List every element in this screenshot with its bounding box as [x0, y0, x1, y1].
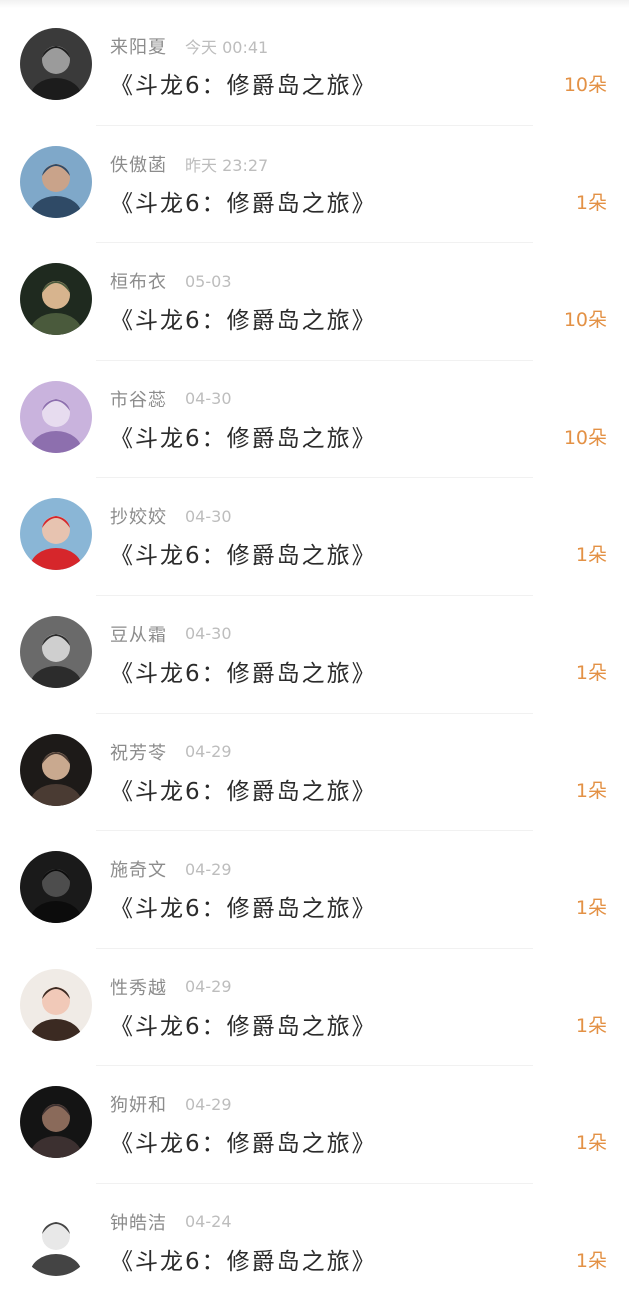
avatar-night-scene-icon — [20, 1086, 92, 1159]
timestamp: 今天 00:41 — [185, 38, 269, 57]
timestamp: 04-29 — [185, 859, 232, 879]
avatar[interactable] — [20, 263, 92, 336]
avatar[interactable] — [20, 380, 92, 453]
avatar[interactable] — [20, 1203, 92, 1276]
avatar-girl-bob-hair-icon — [20, 968, 92, 1041]
flower-count: 1朵 — [575, 1014, 607, 1037]
meta-line: 桓布衣 05-03 — [110, 268, 232, 294]
user-name[interactable]: 桓布衣 — [110, 268, 167, 294]
meta-line: 抄姣姣 04-30 — [110, 503, 232, 529]
avatar-black-silhouette-icon — [20, 851, 92, 924]
meta-line: 性秀越 04-29 — [110, 975, 232, 999]
list-item[interactable]: 祝芳苓 04-29 《斗龙6：修爵岛之旅》 1朵 — [0, 714, 629, 832]
timestamp: 04-29 — [185, 1094, 232, 1114]
user-name[interactable]: 性秀越 — [110, 974, 167, 1000]
user-name[interactable]: 来阳夏 — [110, 33, 167, 59]
meta-line: 施奇文 04-29 — [110, 856, 232, 882]
user-name[interactable]: 抄姣姣 — [110, 503, 167, 529]
timestamp: 04-30 — [185, 624, 232, 644]
work-title[interactable]: 《斗龙6：修爵岛之旅》 — [110, 1124, 377, 1158]
work-title[interactable]: 《斗龙6：修爵岛之旅》 — [110, 301, 377, 335]
avatar[interactable] — [20, 851, 92, 924]
avatar-dark-hat-icon — [20, 28, 92, 100]
list-item[interactable]: 钟皓洁 04-24 《斗龙6：修爵岛之旅》 1朵 — [0, 1184, 629, 1302]
meta-line: 钟皓洁 04-24 — [110, 1210, 232, 1234]
meta-line: 狗妍和 04-29 — [110, 1091, 232, 1117]
list-item[interactable]: 性秀越 04-29 《斗龙6：修爵岛之旅》 1朵 — [0, 949, 629, 1067]
work-title[interactable]: 《斗龙6：修爵岛之旅》 — [110, 1242, 377, 1276]
user-name[interactable]: 施奇文 — [110, 856, 167, 882]
timestamp: 05-03 — [185, 271, 232, 291]
avatar[interactable] — [20, 733, 92, 806]
list-item[interactable]: 狗妍和 04-29 《斗龙6：修爵岛之旅》 1朵 — [0, 1066, 629, 1184]
meta-line: 市谷蕊 04-30 — [110, 387, 232, 411]
work-title[interactable]: 《斗龙6：修爵岛之旅》 — [110, 184, 377, 218]
work-title[interactable]: 《斗龙6：修爵岛之旅》 — [110, 66, 377, 100]
work-title[interactable]: 《斗龙6：修爵岛之旅》 — [110, 419, 377, 453]
user-name[interactable]: 佚傲菡 — [110, 151, 167, 177]
flower-count: 1朵 — [575, 1249, 607, 1272]
meta-line: 来阳夏 今天 00:41 — [110, 34, 268, 58]
avatar[interactable] — [20, 615, 92, 688]
flower-count: 10朵 — [563, 309, 607, 332]
list-item[interactable]: 佚傲菡 昨天 23:27 《斗龙6：修爵岛之旅》 1朵 — [0, 126, 629, 244]
avatar-dark-portrait-icon — [20, 733, 92, 806]
list-item[interactable]: 市谷蕊 04-30 《斗龙6：修爵岛之旅》 10朵 — [0, 361, 629, 479]
flower-count: 1朵 — [575, 779, 607, 802]
flower-count: 1朵 — [575, 661, 607, 684]
timestamp: 04-29 — [185, 977, 232, 997]
timestamp: 04-30 — [185, 506, 232, 526]
meta-line: 祝芳苓 04-29 — [110, 740, 232, 764]
list-item[interactable]: 桓布衣 05-03 《斗龙6：修爵岛之旅》 10朵 — [0, 243, 629, 361]
list-item[interactable]: 豆从霜 04-30 《斗龙6：修爵岛之旅》 1朵 — [0, 596, 629, 714]
flower-count: 1朵 — [575, 191, 607, 214]
avatar[interactable] — [20, 498, 92, 571]
list-item[interactable]: 施奇文 04-29 《斗龙6：修爵岛之旅》 1朵 — [0, 831, 629, 949]
user-name[interactable]: 狗妍和 — [110, 1091, 167, 1117]
avatar-cartoon-snowman-icon — [20, 1203, 92, 1276]
list-item[interactable]: 抄姣姣 04-30 《斗龙6：修爵岛之旅》 1朵 — [0, 478, 629, 596]
user-name[interactable]: 祝芳苓 — [110, 739, 167, 765]
timestamp: 04-24 — [185, 1212, 232, 1232]
timestamp: 昨天 23:27 — [185, 155, 269, 175]
work-title[interactable]: 《斗龙6：修爵岛之旅》 — [110, 654, 377, 688]
work-title[interactable]: 《斗龙6：修爵岛之旅》 — [110, 889, 377, 923]
meta-line: 豆从霜 04-30 — [110, 622, 232, 646]
work-title[interactable]: 《斗龙6：修爵岛之旅》 — [110, 536, 377, 570]
top-edge — [0, 0, 629, 8]
flower-count: 1朵 — [575, 544, 607, 567]
avatar[interactable] — [20, 28, 92, 100]
flower-count: 10朵 — [563, 74, 607, 96]
flower-count: 10朵 — [563, 426, 607, 449]
avatar-grayscale-couple-icon — [20, 615, 92, 688]
user-name[interactable]: 钟皓洁 — [110, 1209, 167, 1235]
flower-count: 1朵 — [575, 1132, 607, 1155]
avatar[interactable] — [20, 968, 92, 1041]
avatar-girl-red-sign-icon — [20, 498, 92, 571]
avatar-selfie-icon — [20, 145, 92, 218]
avatar-lavender-text-icon — [20, 380, 92, 453]
work-title[interactable]: 《斗龙6：修爵岛之旅》 — [110, 772, 377, 806]
meta-line: 佚傲菡 昨天 23:27 — [110, 152, 268, 176]
user-name[interactable]: 豆从霜 — [110, 621, 167, 647]
gift-record-list: 来阳夏 今天 00:41 《斗龙6：修爵岛之旅》 10朵 佚傲菡 昨天 23:2… — [0, 8, 629, 1302]
avatar[interactable] — [20, 145, 92, 218]
timestamp: 04-30 — [185, 389, 232, 409]
user-name[interactable]: 市谷蕊 — [110, 386, 167, 412]
list-item[interactable]: 来阳夏 今天 00:41 《斗龙6：修爵岛之旅》 10朵 — [0, 8, 629, 126]
avatar-standing-man-icon — [20, 263, 92, 336]
timestamp: 04-29 — [185, 742, 232, 762]
avatar[interactable] — [20, 1086, 92, 1159]
flower-count: 1朵 — [575, 897, 607, 920]
work-title[interactable]: 《斗龙6：修爵岛之旅》 — [110, 1007, 377, 1041]
